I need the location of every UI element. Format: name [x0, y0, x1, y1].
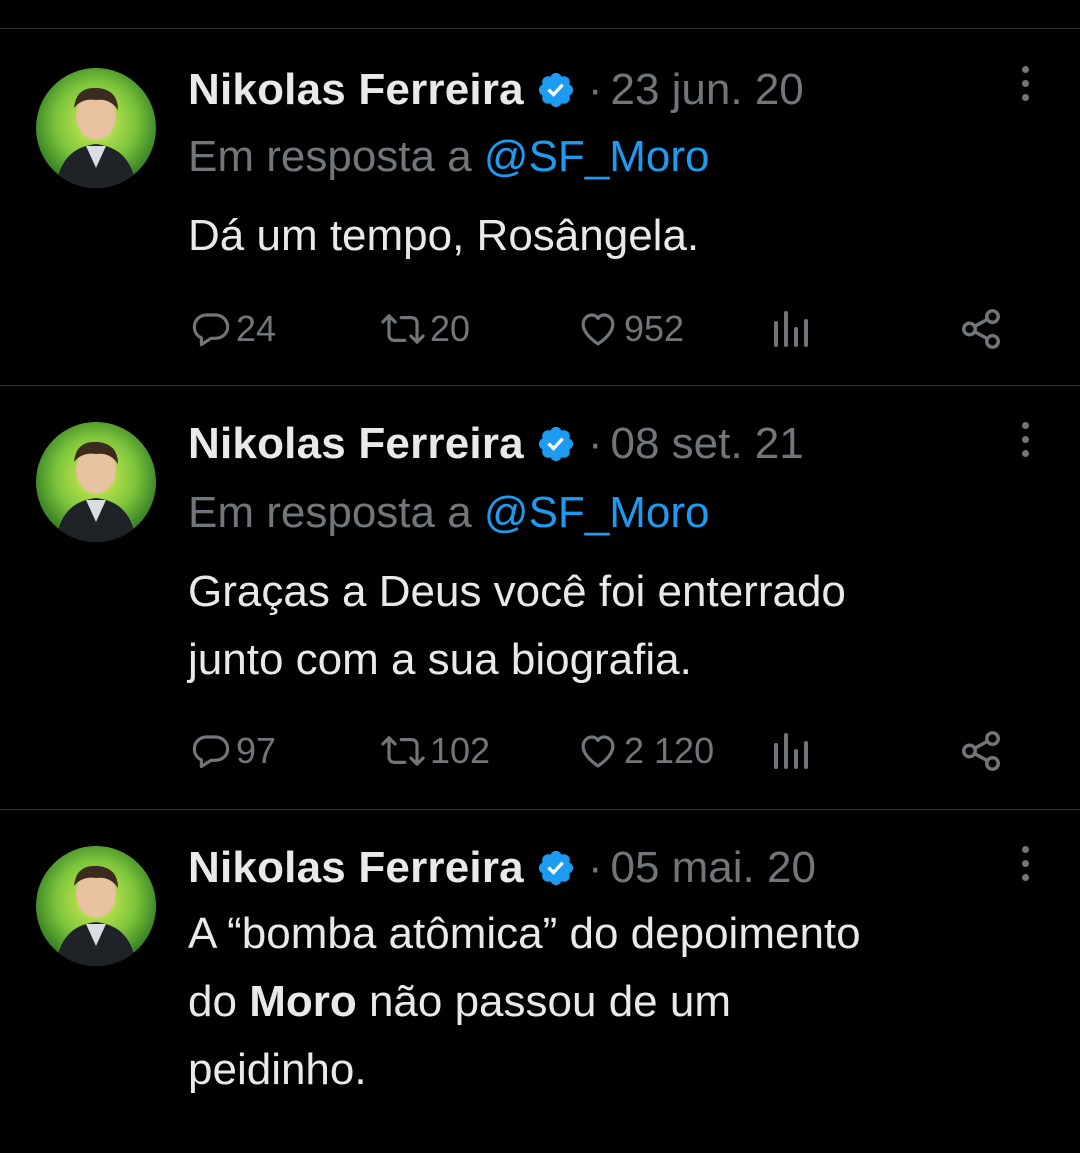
like-button[interactable]: 952 [576, 304, 684, 354]
tweet-header: Nikolas Ferreira · 08 set. 21 [188, 416, 804, 472]
views-button[interactable] [770, 304, 810, 354]
verified-badge-icon [538, 850, 573, 886]
heart-icon [581, 735, 615, 768]
tweet-date[interactable]: 23 jun. 20 [610, 65, 803, 115]
retweet-count: 20 [430, 308, 471, 349]
avatar[interactable] [36, 68, 156, 188]
more-icon[interactable] [1020, 846, 1030, 886]
separator: · [587, 65, 603, 114]
reply-icon [192, 735, 230, 769]
avatar[interactable] [36, 422, 156, 542]
tweet-text-line: Graças a Deus você foi enterrado [188, 567, 846, 616]
reply-handle-link[interactable]: @SF_Moro [484, 488, 710, 537]
reply-button[interactable]: 97 [190, 726, 276, 776]
retweet-button[interactable]: 20 [380, 304, 470, 354]
tweet-text-fragment: do [188, 977, 237, 1026]
tweet-actions: 97 102 2 120 [188, 726, 1018, 776]
avatar[interactable] [36, 846, 156, 966]
reply-count: 24 [236, 308, 277, 349]
separator: · [587, 843, 603, 892]
verified-badge-icon [538, 426, 573, 462]
views-icon [774, 733, 808, 769]
tweet-text-line: peidinho. [188, 1045, 367, 1094]
top-divider [0, 28, 1080, 29]
divider [0, 385, 1080, 386]
views-icon [774, 311, 808, 347]
tweet-text-line: A “bomba atômica” do depoimento [188, 909, 861, 958]
tweet-text-line: do Moro não passou de um [188, 968, 1048, 1036]
tweet-text-line: junto com a sua biografia. [188, 635, 692, 684]
retweet-icon [381, 736, 425, 766]
tweet-text: Graças a Deus você foi enterrado junto c… [188, 558, 1048, 694]
more-icon[interactable] [1020, 422, 1030, 462]
reply-handle-link[interactable]: @SF_Moro [484, 132, 710, 181]
divider [0, 809, 1080, 810]
share-icon [962, 731, 1000, 771]
reply-count: 97 [236, 730, 277, 771]
reply-prefix: Em resposta a [188, 488, 472, 537]
share-button[interactable] [958, 726, 1004, 776]
retweet-icon [381, 314, 425, 344]
share-icon [962, 309, 1000, 349]
like-count: 2 120 [624, 730, 715, 771]
tweet-date[interactable]: 05 mai. 20 [610, 843, 815, 893]
reply-icon [192, 313, 230, 347]
reply-prefix: Em resposta a [188, 132, 472, 181]
tweet[interactable]: Nikolas Ferreira · 08 set. 21 Em respost… [0, 416, 1080, 810]
separator: · [587, 419, 603, 468]
tweet-text: Dá um tempo, Rosângela. [188, 202, 1048, 270]
tweet[interactable]: Nikolas Ferreira · 23 jun. 20 Em respost… [0, 60, 1080, 386]
like-button[interactable]: 2 120 [576, 726, 714, 776]
heart-icon [581, 313, 615, 346]
tweet-text-fragment: não passou de um [368, 977, 731, 1026]
tweet-actions: 24 20 952 [188, 304, 1018, 354]
tweet-date[interactable]: 08 set. 21 [610, 419, 803, 469]
tweet-header: Nikolas Ferreira · 05 mai. 20 [188, 840, 816, 896]
more-icon[interactable] [1020, 66, 1030, 106]
reply-context: Em resposta a @SF_Moro [188, 132, 710, 182]
share-button[interactable] [958, 304, 1004, 354]
verified-badge-icon [538, 72, 573, 108]
tweet-text-line: Dá um tempo, Rosângela. [188, 211, 700, 260]
views-button[interactable] [770, 726, 810, 776]
author-name[interactable]: Nikolas Ferreira [188, 65, 524, 115]
reply-button[interactable]: 24 [190, 304, 276, 354]
tweet-text-bold: Moro [249, 977, 357, 1026]
tweet-text: A “bomba atômica” do depoimento do Moro … [188, 900, 1048, 1104]
reply-context: Em resposta a @SF_Moro [188, 488, 710, 538]
tweet[interactable]: Nikolas Ferreira · 05 mai. 20 A “bomba a… [0, 840, 1080, 1153]
tweet-header: Nikolas Ferreira · 23 jun. 20 [188, 62, 804, 118]
author-name[interactable]: Nikolas Ferreira [188, 843, 524, 893]
like-count: 952 [624, 308, 685, 349]
author-name[interactable]: Nikolas Ferreira [188, 419, 524, 469]
retweet-count: 102 [430, 730, 491, 771]
retweet-button[interactable]: 102 [380, 726, 490, 776]
